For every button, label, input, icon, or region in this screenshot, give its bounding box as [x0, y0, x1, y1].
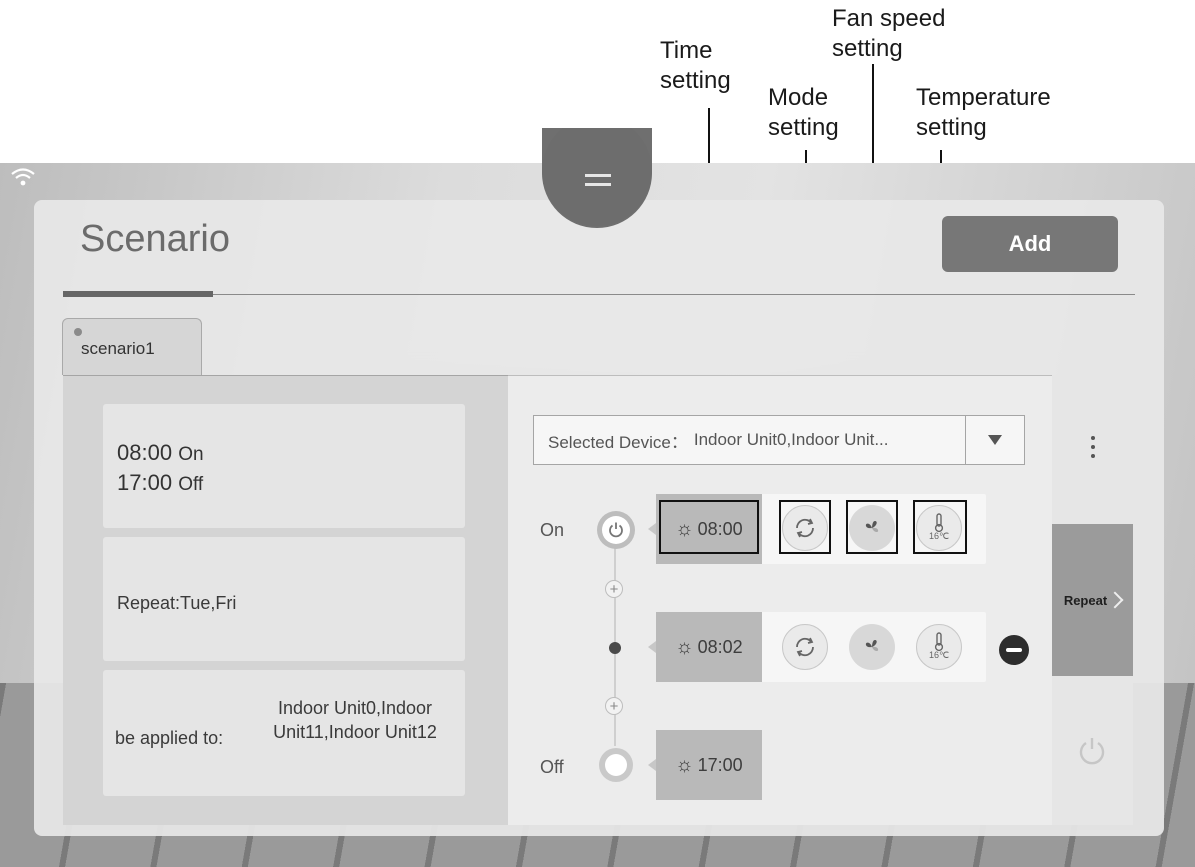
row-pointer [648, 759, 656, 771]
temperature-button[interactable]: 16℃ [916, 624, 962, 670]
timeline-dot [609, 642, 621, 654]
row-pointer [648, 523, 656, 535]
off-time: 17:00 [117, 470, 173, 495]
add-node-icon[interactable]: + [605, 580, 623, 598]
mode-button[interactable] [782, 624, 828, 670]
callout-box-fan [846, 500, 898, 554]
callout-box-mode [779, 500, 831, 554]
sun-icon: ☼ [675, 753, 694, 776]
more-options-icon[interactable] [1090, 436, 1096, 462]
remove-icon[interactable] [999, 635, 1029, 665]
time-value: 08:02 [697, 636, 743, 657]
page-title: Scenario [80, 218, 230, 260]
fan-button[interactable] [849, 624, 895, 670]
on-power-node[interactable] [597, 511, 635, 549]
time-setting-off[interactable]: ☼ 17:00 [656, 730, 762, 800]
title-divider [63, 294, 1135, 295]
mode-cycle-icon [796, 637, 814, 657]
power-icon [609, 522, 623, 538]
on-summary: 08:00 On [117, 440, 204, 466]
off-summary: 17:00 Off [117, 470, 203, 496]
hamburger-menu-icon[interactable] [585, 174, 611, 186]
row-label-on: On [540, 520, 565, 540]
on-time: 08:00 [117, 440, 173, 465]
dropdown-arrow-icon[interactable] [965, 416, 1024, 464]
title-underline [63, 291, 213, 297]
row-pointer [648, 641, 656, 653]
sun-icon: ☼ [675, 635, 694, 658]
power-icon[interactable] [1077, 735, 1107, 765]
repeat-summary-card[interactable]: Repeat:Tue,Fri [103, 537, 465, 661]
callout-time-setting: Time setting [660, 37, 731, 94]
add-button[interactable]: Add [942, 216, 1118, 272]
callout-mode-setting: Mode setting [768, 84, 839, 141]
off-power-node[interactable] [599, 748, 633, 782]
applied-units: Indoor Unit0,Indoor Unit11,Indoor Unit12 [273, 698, 437, 742]
callout-box-time [659, 500, 759, 554]
tab-scenario1[interactable]: scenario1 [62, 318, 202, 375]
on-label: On [178, 444, 204, 465]
time-value: 17:00 [697, 754, 743, 775]
add-node-icon[interactable]: + [605, 697, 623, 715]
time-setting-middle[interactable]: ☼ 08:02 [656, 612, 762, 682]
applied-label: be applied to: [115, 728, 224, 748]
callout-box-temperature [913, 500, 967, 554]
callout-temperature-setting: Temperature setting [916, 84, 1051, 141]
temperature-value: 16℃ [928, 650, 950, 660]
callout-fan-speed-setting: Fan speed setting [832, 5, 946, 62]
device-select-label: Selected Device： [548, 432, 688, 452]
row-label-off: Off [540, 757, 564, 777]
off-label: Off [178, 474, 204, 495]
repeat-summary: Repeat:Tue,Fri [117, 593, 237, 613]
tab-indicator-dot [74, 328, 82, 336]
device-select-value: Indoor Unit0,Indoor Unit... [693, 430, 889, 449]
schedule-summary-card[interactable]: 08:00 On 17:00 Off [103, 404, 465, 528]
repeat-button-label: Repeat [1063, 592, 1108, 608]
fan-icon [865, 640, 879, 652]
applied-summary-card[interactable]: Indoor Unit0,Indoor Unit11,Indoor Unit12… [103, 670, 465, 796]
device-select[interactable]: Selected Device： Indoor Unit0,Indoor Uni… [533, 415, 1025, 465]
wifi-icon [11, 168, 35, 186]
chevron-right-icon [1106, 591, 1124, 609]
repeat-button[interactable]: Repeat [1052, 524, 1133, 676]
